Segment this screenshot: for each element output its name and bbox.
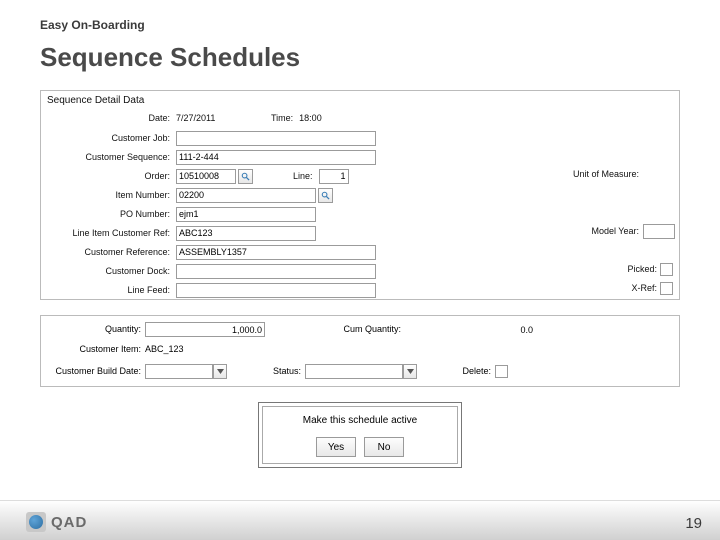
line-feed-label: Line Feed: [41, 285, 176, 295]
brand-name: QAD [51, 514, 87, 531]
customer-sequence-input[interactable] [176, 150, 376, 165]
quantity-input[interactable] [145, 322, 265, 337]
build-date-dropdown-icon[interactable] [213, 364, 227, 379]
po-number-input[interactable] [176, 207, 316, 222]
date-label: Date: [41, 113, 176, 123]
customer-reference-label: Customer Reference: [41, 247, 176, 257]
customer-job-input[interactable] [176, 131, 376, 146]
po-number-label: PO Number: [41, 209, 176, 219]
line-item-cust-ref-input[interactable] [176, 226, 316, 241]
item-lookup-icon[interactable] [318, 188, 333, 203]
dialog-message: Make this schedule active [263, 415, 457, 426]
line-feed-input[interactable] [176, 283, 376, 298]
cum-quantity-label: Cum Quantity: [321, 324, 401, 334]
no-button[interactable]: No [364, 437, 404, 457]
delete-checkbox[interactable] [495, 365, 508, 378]
customer-job-label: Customer Job: [41, 133, 176, 143]
line-input[interactable] [319, 169, 349, 184]
build-date-input[interactable] [145, 364, 213, 379]
status-label: Status: [251, 366, 301, 376]
sequence-detail-panel: Sequence Detail Data Date: 7/27/2011 Tim… [40, 90, 680, 300]
picked-label: Picked: [607, 264, 657, 274]
status-input[interactable] [305, 364, 403, 379]
page-number: 19 [685, 515, 702, 532]
customer-dock-label: Customer Dock: [41, 266, 176, 276]
xref-checkbox[interactable] [660, 282, 673, 295]
customer-dock-input[interactable] [176, 264, 376, 279]
item-number-input[interactable] [176, 188, 316, 203]
customer-sequence-label: Customer Sequence: [41, 152, 176, 162]
model-year-input[interactable] [643, 224, 675, 239]
quantity-label: Quantity: [41, 324, 141, 334]
order-lookup-icon[interactable] [238, 169, 253, 184]
item-number-label: Item Number: [41, 190, 176, 200]
panel-title: Sequence Detail Data [47, 95, 144, 106]
time-label: Time: [271, 113, 293, 123]
status-dropdown-icon[interactable] [403, 364, 417, 379]
brand-logo-icon [26, 512, 46, 532]
order-input[interactable] [176, 169, 236, 184]
date-value: 7/27/2011 [176, 113, 241, 123]
order-label: Order: [41, 171, 176, 181]
customer-item-label: Customer Item: [41, 344, 141, 354]
yes-button[interactable]: Yes [316, 437, 356, 457]
model-year-label: Model Year: [569, 226, 639, 236]
customer-reference-input[interactable] [176, 245, 376, 260]
quantity-panel: Quantity: Cum Quantity: Customer Item: A… [40, 315, 680, 387]
build-date-label: Customer Build Date: [41, 366, 141, 376]
kicker: Easy On-Boarding [40, 18, 145, 32]
line-item-cust-ref-label: Line Item Customer Ref: [41, 228, 176, 238]
xref-label: X-Ref: [607, 283, 657, 293]
line-label: Line: [293, 171, 313, 181]
time-value: 18:00 [299, 113, 322, 123]
delete-label: Delete: [441, 366, 491, 376]
page-title: Sequence Schedules [40, 42, 300, 73]
brand-logo: QAD [26, 512, 87, 532]
picked-checkbox[interactable] [660, 263, 673, 276]
activate-dialog: Make this schedule active Yes No [258, 402, 462, 468]
footer-bar [0, 500, 720, 540]
cum-quantity-value [405, 322, 535, 337]
customer-item-value: ABC_123 [145, 344, 184, 354]
uom-label: Unit of Measure: [549, 169, 639, 179]
